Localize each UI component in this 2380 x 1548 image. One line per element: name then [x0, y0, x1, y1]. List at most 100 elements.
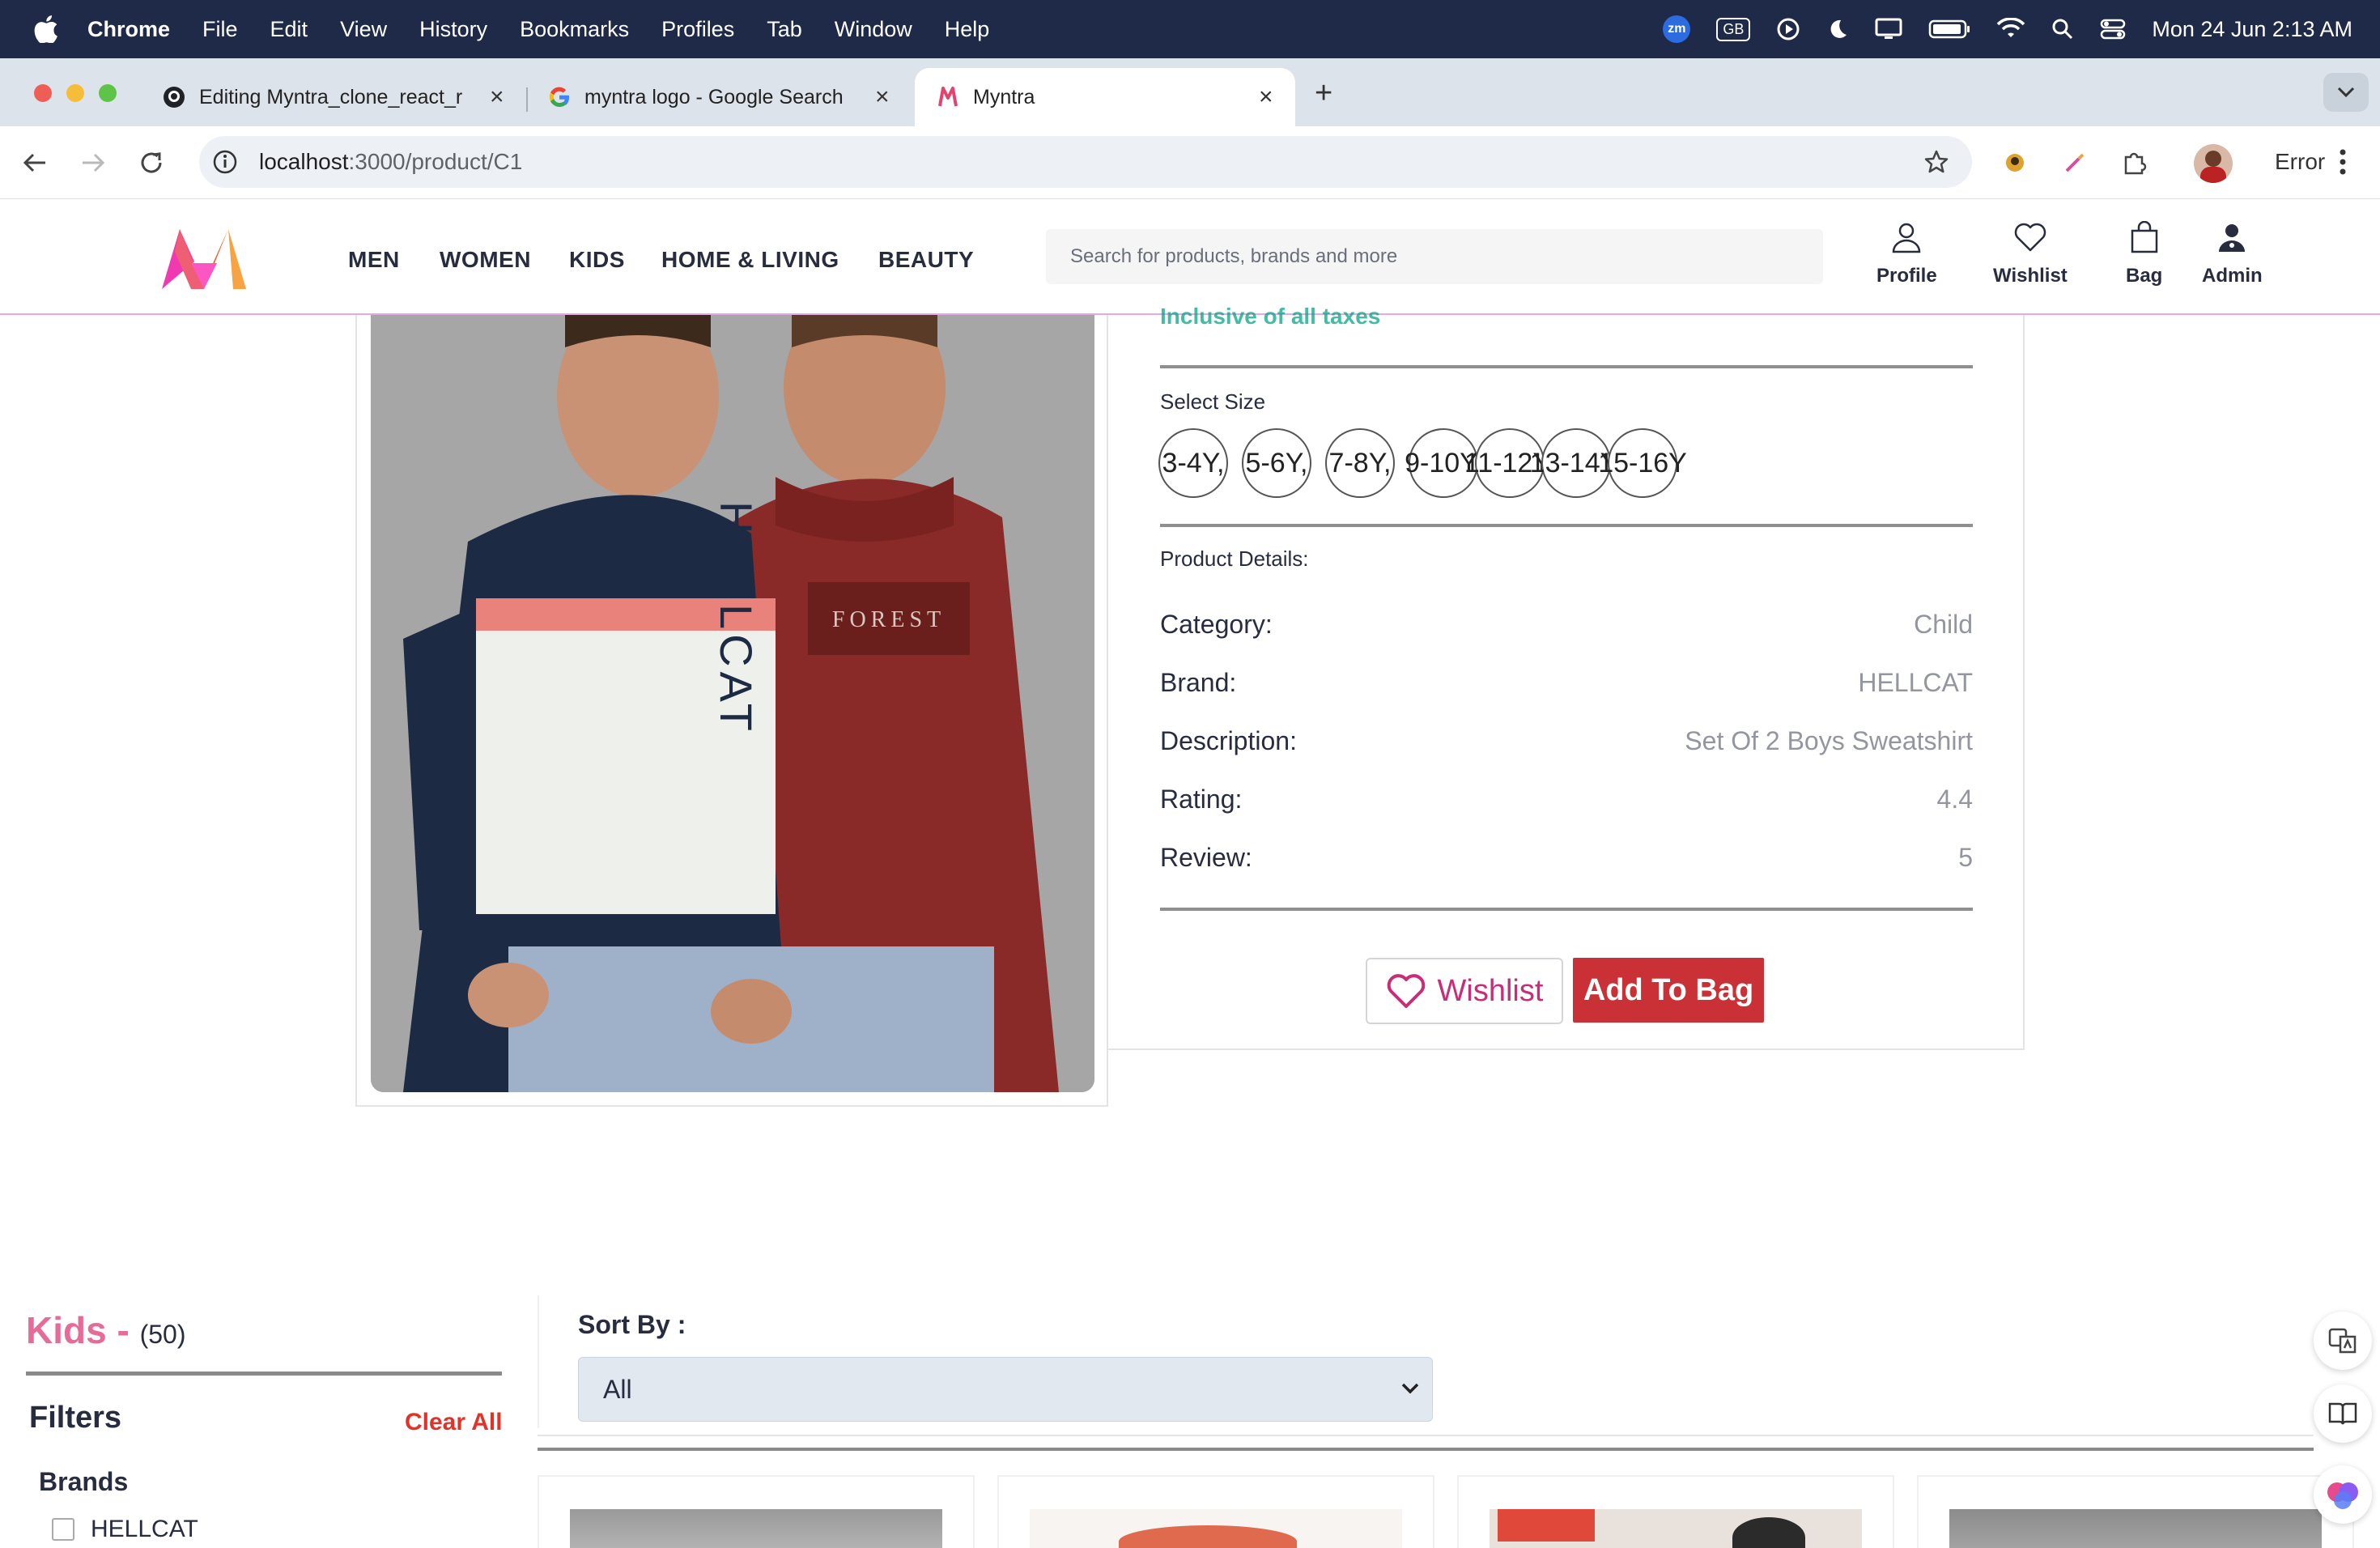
wishlist-button[interactable]: Wishlist [1993, 221, 2068, 287]
play-circle-icon[interactable] [1776, 17, 1800, 41]
product-card[interactable] [1457, 1475, 1894, 1548]
site-header: MEN WOMEN KIDS HOME & LIVING BEAUTY Sear… [0, 200, 2380, 315]
url-text[interactable]: localhost:3000/product/C1 [259, 149, 522, 175]
address-bar[interactable]: localhost:3000/product/C1 [199, 136, 1972, 188]
menu-bookmarks[interactable]: Bookmarks [520, 17, 629, 42]
filters-heading: Filters [29, 1401, 122, 1435]
brand-filter-option[interactable]: HELLCAT [52, 1516, 198, 1543]
sort-section: Sort By : All [538, 1295, 2314, 1428]
myntra-logo[interactable] [159, 224, 249, 292]
reading-mode-book-icon[interactable] [2314, 1384, 2372, 1443]
detail-row-review: Review: 5 [1160, 843, 1973, 872]
apple-icon[interactable] [32, 15, 60, 43]
menu-clock[interactable]: Mon 24 Jun 2:13 AM [2152, 17, 2352, 42]
product-card[interactable] [997, 1475, 1434, 1548]
tax-note: Inclusive of all taxes [1160, 304, 1381, 329]
window-zoom-button[interactable] [99, 84, 117, 102]
window-minimize-button[interactable] [66, 84, 84, 102]
heart-icon [2014, 223, 2046, 252]
reload-icon[interactable] [138, 149, 165, 176]
tab-close-icon[interactable]: × [1259, 83, 1273, 111]
myntra-favicon-icon [936, 85, 960, 109]
sort-select[interactable]: All [578, 1357, 1433, 1422]
size-selector: 3-4Y, 5-6Y, 7-8Y, 9-10Y, 11-12Y, 13-14Y,… [1158, 428, 1691, 498]
nav-beauty[interactable]: BEAUTY [878, 247, 974, 273]
nav-women[interactable]: WOMEN [440, 247, 531, 273]
color-picker-extension-icon[interactable] [2063, 151, 2087, 175]
site-info-icon[interactable] [210, 147, 240, 176]
menu-tab[interactable]: Tab [767, 17, 802, 42]
extensions-puzzle-icon[interactable] [2121, 149, 2148, 176]
nav-kids[interactable]: KIDS [569, 247, 625, 273]
display-icon[interactable] [1875, 18, 1902, 40]
size-option[interactable]: 15-16Y [1598, 428, 1687, 498]
macos-menu-bar: Chrome File Edit View History Bookmarks … [0, 0, 2380, 58]
profile-avatar[interactable] [2194, 144, 2233, 183]
size-option[interactable]: 5-6Y, [1242, 428, 1311, 498]
menu-profiles[interactable]: Profiles [661, 17, 734, 42]
back-arrow-icon[interactable] [21, 151, 49, 175]
tab-google-search[interactable]: myntra logo - Google Search × [547, 68, 903, 126]
wishlist-product-button[interactable]: Wishlist [1366, 958, 1563, 1024]
bag-button[interactable]: Bag [2126, 221, 2162, 287]
bookmark-star-icon[interactable] [1923, 149, 1949, 175]
tab-github-editing[interactable]: Editing Myntra_clone_react_r × [162, 68, 518, 126]
tab-myntra-active[interactable]: Myntra × [915, 68, 1295, 126]
ai-brain-icon[interactable] [2314, 1465, 2372, 1524]
forest-print-text: FOREST [832, 607, 946, 632]
divider [1160, 908, 1973, 911]
menu-window[interactable]: Window [835, 17, 912, 42]
window-close-button[interactable] [34, 84, 52, 102]
menu-file[interactable]: File [202, 17, 238, 42]
chevron-down-icon [1401, 1383, 1419, 1394]
user-icon [1893, 223, 1921, 253]
keyboard-layout-indicator[interactable]: GB [1716, 17, 1751, 41]
add-to-bag-button[interactable]: Add To Bag [1573, 958, 1764, 1023]
size-option[interactable]: 7-8Y, [1325, 428, 1395, 498]
moon-icon[interactable] [1826, 18, 1849, 40]
chrome-menu-kebab-icon[interactable] [2338, 147, 2348, 176]
product-image: FOREST HELLCAT [371, 315, 1094, 1092]
category-title: Kids - (50) [26, 1309, 186, 1351]
divider [1160, 365, 1973, 368]
detail-row-category: Category: Child [1160, 610, 1973, 639]
admin-button[interactable]: Admin [2202, 221, 2263, 287]
clear-all-button[interactable]: Clear All [405, 1409, 503, 1436]
search-input[interactable]: Search for products, brands and more [1046, 229, 1823, 284]
control-center-icon[interactable] [2100, 18, 2126, 40]
forward-arrow-icon[interactable] [79, 151, 107, 175]
browser-toolbar: localhost:3000/product/C1 Error [0, 126, 2380, 199]
menu-edit[interactable]: Edit [270, 17, 308, 42]
detail-row-rating: Rating: 4.4 [1160, 785, 1973, 814]
zoom-status-icon[interactable]: zm [1663, 15, 1691, 43]
spotlight-search-icon[interactable] [2051, 18, 2074, 40]
tab-close-icon[interactable]: × [490, 83, 504, 111]
nav-men[interactable]: MEN [348, 247, 400, 273]
product-card[interactable] [538, 1475, 975, 1548]
menu-app-name[interactable]: Chrome [87, 17, 170, 42]
brands-heading: Brands [39, 1467, 129, 1496]
profile-button[interactable]: Profile [1876, 221, 1937, 287]
menu-help[interactable]: Help [945, 17, 990, 42]
product-card[interactable] [1917, 1475, 2354, 1548]
extension-icon[interactable] [2003, 151, 2027, 175]
brand-checkbox[interactable] [52, 1518, 74, 1541]
menu-view[interactable]: View [340, 17, 387, 42]
shopping-bag-icon [2131, 221, 2157, 253]
battery-icon[interactable] [1928, 19, 1970, 40]
product-thumbnail [1949, 1509, 2322, 1548]
tab-search-chevron-down-icon[interactable] [2323, 73, 2369, 112]
nav-home-living[interactable]: HOME & LIVING [661, 247, 839, 273]
size-option[interactable]: 3-4Y, [1158, 428, 1228, 498]
tab-close-icon[interactable]: × [875, 83, 890, 111]
menu-history[interactable]: History [419, 17, 487, 42]
product-thumbnail [570, 1509, 942, 1548]
profile-error-label[interactable]: Error [2275, 149, 2325, 175]
select-size-label: Select Size [1160, 389, 1266, 414]
wifi-icon[interactable] [1996, 18, 2025, 40]
category-count: (50) [139, 1320, 186, 1349]
translate-icon[interactable] [2314, 1312, 2372, 1370]
new-tab-plus-icon[interactable]: + [1315, 76, 1332, 111]
tab-title: Editing Myntra_clone_react_r [199, 85, 463, 108]
tab-title: Myntra [973, 85, 1035, 108]
